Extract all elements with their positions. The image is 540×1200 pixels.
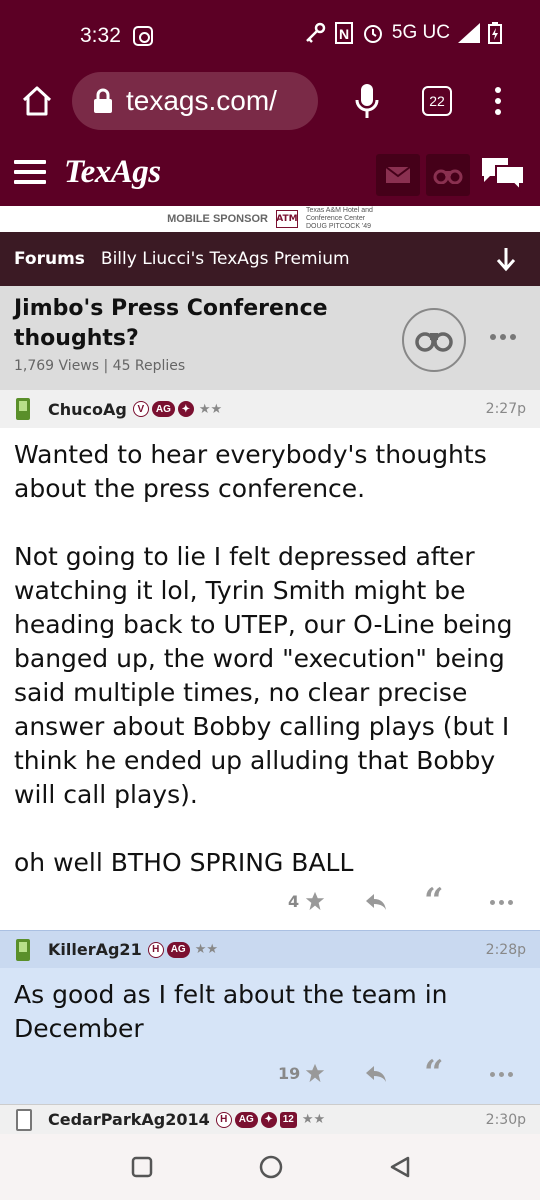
post-header: CedarParkAg2014 H AG ✦ 12 ★★ 2:30p bbox=[0, 1104, 540, 1134]
sponsor-text: Texas A&M Hotel and Conference Center DOUG… bbox=[305, 207, 373, 230]
reply-icon[interactable] bbox=[364, 892, 388, 912]
breadcrumb-board[interactable]: Billy Liucci's TexAgs Premium bbox=[101, 249, 350, 269]
envelope-icon bbox=[385, 166, 411, 183]
microphone-icon[interactable] bbox=[354, 82, 380, 120]
post-actions: 4 “ bbox=[0, 882, 540, 922]
breadcrumb-forums[interactable]: Forums bbox=[14, 249, 85, 269]
post-time: 2:30p bbox=[485, 1111, 526, 1128]
home-circle-icon[interactable] bbox=[258, 1154, 284, 1180]
hamburger-menu-icon[interactable] bbox=[14, 160, 46, 184]
user-stars: ★★ bbox=[301, 1112, 326, 1127]
binoculars-icon bbox=[415, 332, 453, 352]
screen-record-icon bbox=[133, 26, 153, 46]
post-body: As good as I felt about the team in Dece… bbox=[14, 980, 448, 1043]
thread-header: Jimbo's Press Conference thoughts? 1,769… bbox=[0, 286, 540, 390]
post-header: KillerAg21 H AG ★★ 2:28p bbox=[0, 930, 540, 968]
star-icon[interactable] bbox=[304, 1062, 326, 1084]
site-header: TexAgs bbox=[0, 132, 540, 206]
watch-thread-button[interactable] bbox=[402, 308, 466, 372]
sponsor-banner[interactable]: MOBILE SPONSOR ATM Texas A&M Hotel and Co… bbox=[0, 206, 540, 232]
badge-ag: AG bbox=[151, 401, 175, 417]
quote-icon[interactable]: “ bbox=[424, 1056, 444, 1090]
post-header: ChucoAg V AG ✦ ★★ 2:27p bbox=[0, 390, 540, 428]
mobile-phone-icon bbox=[16, 938, 30, 961]
chat-icon[interactable] bbox=[480, 154, 526, 192]
post-username[interactable]: ChucoAg bbox=[48, 400, 127, 419]
user-stars: ★★ bbox=[198, 401, 223, 417]
lock-icon bbox=[94, 88, 112, 113]
badge-h: H bbox=[215, 1111, 232, 1128]
recents-icon[interactable] bbox=[131, 1156, 153, 1178]
badge-12: 12 bbox=[279, 1111, 297, 1128]
quote-icon[interactable]: “ bbox=[424, 884, 444, 918]
url-text: texags.com/ bbox=[126, 85, 277, 116]
nfc-icon: N bbox=[334, 22, 353, 44]
thread-more-icon[interactable] bbox=[490, 334, 516, 340]
seal-icon: ✦ bbox=[177, 401, 194, 417]
address-bar[interactable]: texags.com/ bbox=[72, 72, 318, 130]
browser-menu-button[interactable] bbox=[490, 84, 506, 120]
post-time: 2:28p bbox=[485, 941, 526, 958]
thread-meta: 1,769 Views | 45 Replies bbox=[14, 358, 186, 374]
document-icon bbox=[16, 1108, 32, 1131]
battery-icon bbox=[488, 22, 502, 44]
sponsor-label: MOBILE SPONSOR bbox=[167, 213, 268, 225]
post-username[interactable]: KillerAg21 bbox=[48, 940, 142, 959]
home-icon[interactable] bbox=[20, 84, 54, 118]
system-nav-bar bbox=[0, 1134, 540, 1200]
post-body: Wanted to hear everybody's thoughts abou… bbox=[14, 440, 513, 877]
alarm-icon bbox=[363, 25, 382, 43]
seal-icon: ✦ bbox=[260, 1111, 277, 1128]
badge-ag: AG bbox=[166, 941, 190, 958]
status-bar: 3:32 N 5G UC bbox=[0, 0, 540, 72]
network-label: 5G UC bbox=[391, 22, 450, 43]
browser-toolbar: texags.com/ 22 bbox=[0, 72, 540, 132]
reply-icon[interactable] bbox=[364, 1064, 388, 1084]
clock: 3:32 bbox=[80, 24, 121, 47]
breadcrumb: Forums Billy Liucci's TexAgs Premium bbox=[0, 232, 540, 286]
sponsor-logo: ATM bbox=[275, 210, 298, 228]
post-time: 2:27p bbox=[485, 401, 526, 417]
badge-h: H bbox=[147, 941, 164, 958]
signal-icon bbox=[458, 23, 480, 43]
star-icon[interactable] bbox=[304, 890, 326, 912]
thread-title: Jimbo's Press Conference thoughts? bbox=[14, 296, 328, 351]
badge-v: V bbox=[132, 401, 149, 417]
post-more-icon[interactable] bbox=[490, 900, 513, 905]
mobile-phone-icon bbox=[16, 398, 30, 420]
star-count: 4 bbox=[288, 892, 300, 911]
messages-button[interactable] bbox=[376, 154, 420, 196]
user-stars: ★★ bbox=[194, 942, 219, 957]
back-icon[interactable] bbox=[388, 1155, 412, 1179]
tab-switcher-button[interactable]: 22 bbox=[422, 86, 452, 116]
arrow-down-icon[interactable] bbox=[496, 246, 516, 272]
post-more-icon[interactable] bbox=[490, 1072, 513, 1077]
post-actions: 19 “ bbox=[0, 1054, 540, 1094]
badge-ag: AG bbox=[234, 1111, 258, 1128]
status-icons: N 5G UC bbox=[304, 22, 502, 44]
key-icon bbox=[306, 22, 326, 43]
binoculars-icon bbox=[433, 169, 463, 184]
watch-button[interactable] bbox=[426, 154, 470, 196]
star-count: 19 bbox=[278, 1064, 301, 1083]
site-logo[interactable]: TexAgs bbox=[64, 154, 161, 191]
svg-text:N: N bbox=[339, 26, 349, 42]
post-username[interactable]: CedarParkAg2014 bbox=[48, 1110, 210, 1129]
